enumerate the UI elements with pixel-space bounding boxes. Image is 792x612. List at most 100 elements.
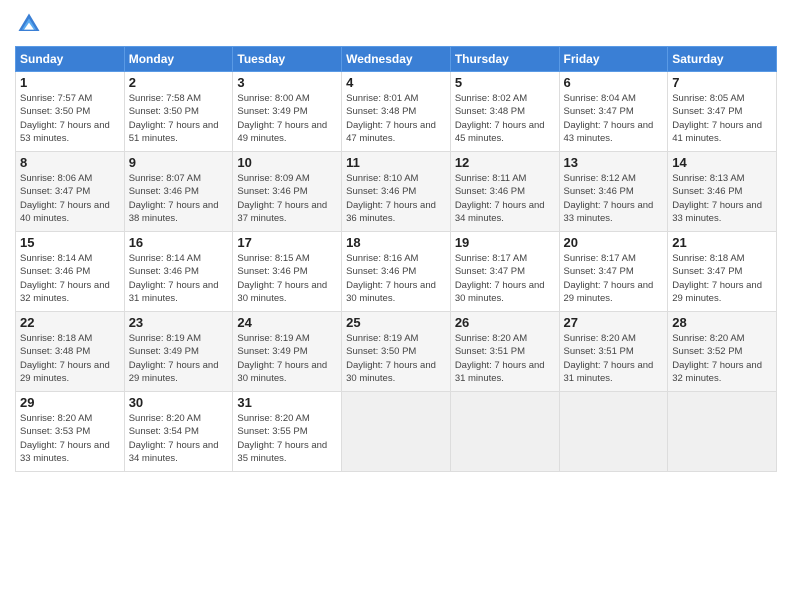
day-info: Sunrise: 8:20 AMSunset: 3:55 PMDaylight:…	[237, 413, 327, 464]
day-info: Sunrise: 8:01 AMSunset: 3:48 PMDaylight:…	[346, 93, 436, 144]
day-number: 16	[129, 235, 229, 250]
calendar-cell: 27 Sunrise: 8:20 AMSunset: 3:51 PMDayligh…	[559, 312, 668, 392]
calendar-cell: 1 Sunrise: 7:57 AMSunset: 3:50 PMDaylight…	[16, 72, 125, 152]
day-info: Sunrise: 8:19 AMSunset: 3:50 PMDaylight:…	[346, 333, 436, 384]
day-number: 14	[672, 155, 772, 170]
day-info: Sunrise: 8:16 AMSunset: 3:46 PMDaylight:…	[346, 253, 436, 304]
day-info: Sunrise: 8:15 AMSunset: 3:46 PMDaylight:…	[237, 253, 327, 304]
day-info: Sunrise: 8:18 AMSunset: 3:47 PMDaylight:…	[672, 253, 762, 304]
day-number: 31	[237, 395, 337, 410]
day-info: Sunrise: 8:18 AMSunset: 3:48 PMDaylight:…	[20, 333, 110, 384]
calendar-cell: 9 Sunrise: 8:07 AMSunset: 3:46 PMDaylight…	[124, 152, 233, 232]
day-number: 4	[346, 75, 446, 90]
day-info: Sunrise: 7:58 AMSunset: 3:50 PMDaylight:…	[129, 93, 219, 144]
day-number: 17	[237, 235, 337, 250]
day-info: Sunrise: 8:11 AMSunset: 3:46 PMDaylight:…	[455, 173, 545, 224]
week-row-2: 8Sunrise: 8:06 AMSunset: 3:47 PMDaylight…	[16, 152, 777, 232]
day-info: Sunrise: 8:17 AMSunset: 3:47 PMDaylight:…	[564, 253, 654, 304]
calendar-cell: 5 Sunrise: 8:02 AMSunset: 3:48 PMDaylight…	[450, 72, 559, 152]
calendar-cell: 19 Sunrise: 8:17 AMSunset: 3:47 PMDayligh…	[450, 232, 559, 312]
day-info: Sunrise: 8:19 AMSunset: 3:49 PMDaylight:…	[237, 333, 327, 384]
calendar-cell: 4 Sunrise: 8:01 AMSunset: 3:48 PMDaylight…	[342, 72, 451, 152]
calendar-container: SundayMondayTuesdayWednesdayThursdayFrid…	[0, 0, 792, 612]
day-number: 12	[455, 155, 555, 170]
day-number: 20	[564, 235, 664, 250]
calendar-cell: 22 Sunrise: 8:18 AMSunset: 3:48 PMDayligh…	[16, 312, 125, 392]
day-info: Sunrise: 8:14 AMSunset: 3:46 PMDaylight:…	[20, 253, 110, 304]
calendar-cell	[342, 392, 451, 472]
header-day-tuesday: Tuesday	[233, 47, 342, 72]
day-number: 6	[564, 75, 664, 90]
day-number: 11	[346, 155, 446, 170]
calendar-cell: 28 Sunrise: 8:20 AMSunset: 3:52 PMDayligh…	[668, 312, 777, 392]
day-info: Sunrise: 8:20 AMSunset: 3:52 PMDaylight:…	[672, 333, 762, 384]
day-number: 8	[20, 155, 120, 170]
calendar-cell: 23 Sunrise: 8:19 AMSunset: 3:49 PMDayligh…	[124, 312, 233, 392]
calendar-cell: 13 Sunrise: 8:12 AMSunset: 3:46 PMDayligh…	[559, 152, 668, 232]
day-info: Sunrise: 8:02 AMSunset: 3:48 PMDaylight:…	[455, 93, 545, 144]
calendar-cell: 16 Sunrise: 8:14 AMSunset: 3:46 PMDayligh…	[124, 232, 233, 312]
day-info: Sunrise: 8:20 AMSunset: 3:54 PMDaylight:…	[129, 413, 219, 464]
day-number: 21	[672, 235, 772, 250]
calendar-cell: 6 Sunrise: 8:04 AMSunset: 3:47 PMDaylight…	[559, 72, 668, 152]
calendar-cell: 7 Sunrise: 8:05 AMSunset: 3:47 PMDaylight…	[668, 72, 777, 152]
day-number: 5	[455, 75, 555, 90]
calendar-cell: 25 Sunrise: 8:19 AMSunset: 3:50 PMDayligh…	[342, 312, 451, 392]
day-info: Sunrise: 8:04 AMSunset: 3:47 PMDaylight:…	[564, 93, 654, 144]
calendar-cell: 11 Sunrise: 8:10 AMSunset: 3:46 PMDayligh…	[342, 152, 451, 232]
calendar-cell: 8Sunrise: 8:06 AMSunset: 3:47 PMDaylight…	[16, 152, 125, 232]
day-info: Sunrise: 8:14 AMSunset: 3:46 PMDaylight:…	[129, 253, 219, 304]
day-number: 2	[129, 75, 229, 90]
day-number: 22	[20, 315, 120, 330]
day-number: 29	[20, 395, 120, 410]
day-number: 13	[564, 155, 664, 170]
day-info: Sunrise: 8:19 AMSunset: 3:49 PMDaylight:…	[129, 333, 219, 384]
day-number: 19	[455, 235, 555, 250]
calendar-cell: 21 Sunrise: 8:18 AMSunset: 3:47 PMDayligh…	[668, 232, 777, 312]
header-day-thursday: Thursday	[450, 47, 559, 72]
day-info: Sunrise: 8:20 AMSunset: 3:53 PMDaylight:…	[20, 413, 110, 464]
calendar-cell: 18Sunrise: 8:16 AMSunset: 3:46 PMDayligh…	[342, 232, 451, 312]
day-number: 7	[672, 75, 772, 90]
day-info: Sunrise: 8:20 AMSunset: 3:51 PMDaylight:…	[564, 333, 654, 384]
calendar-table: SundayMondayTuesdayWednesdayThursdayFrid…	[15, 46, 777, 472]
day-number: 9	[129, 155, 229, 170]
day-info: Sunrise: 8:09 AMSunset: 3:46 PMDaylight:…	[237, 173, 327, 224]
calendar-cell	[668, 392, 777, 472]
calendar-cell: 10Sunrise: 8:09 AMSunset: 3:46 PMDayligh…	[233, 152, 342, 232]
header-row: SundayMondayTuesdayWednesdayThursdayFrid…	[16, 47, 777, 72]
calendar-cell: 17 Sunrise: 8:15 AMSunset: 3:46 PMDayligh…	[233, 232, 342, 312]
header-day-sunday: Sunday	[16, 47, 125, 72]
calendar-cell: 12 Sunrise: 8:11 AMSunset: 3:46 PMDayligh…	[450, 152, 559, 232]
day-info: Sunrise: 8:05 AMSunset: 3:47 PMDaylight:…	[672, 93, 762, 144]
header	[15, 10, 777, 38]
day-info: Sunrise: 8:13 AMSunset: 3:46 PMDaylight:…	[672, 173, 762, 224]
header-day-monday: Monday	[124, 47, 233, 72]
day-info: Sunrise: 8:07 AMSunset: 3:46 PMDaylight:…	[129, 173, 219, 224]
header-day-friday: Friday	[559, 47, 668, 72]
day-number: 28	[672, 315, 772, 330]
day-info: Sunrise: 7:57 AMSunset: 3:50 PMDaylight:…	[20, 93, 110, 144]
header-day-wednesday: Wednesday	[342, 47, 451, 72]
day-number: 1	[20, 75, 120, 90]
day-info: Sunrise: 8:00 AMSunset: 3:49 PMDaylight:…	[237, 93, 327, 144]
logo	[15, 10, 47, 38]
day-number: 15	[20, 235, 120, 250]
day-info: Sunrise: 8:12 AMSunset: 3:46 PMDaylight:…	[564, 173, 654, 224]
day-number: 23	[129, 315, 229, 330]
day-number: 25	[346, 315, 446, 330]
day-number: 26	[455, 315, 555, 330]
day-info: Sunrise: 8:10 AMSunset: 3:46 PMDaylight:…	[346, 173, 436, 224]
week-row-3: 15 Sunrise: 8:14 AMSunset: 3:46 PMDayligh…	[16, 232, 777, 312]
calendar-cell: 26Sunrise: 8:20 AMSunset: 3:51 PMDayligh…	[450, 312, 559, 392]
calendar-cell: 31 Sunrise: 8:20 AMSunset: 3:55 PMDayligh…	[233, 392, 342, 472]
calendar-cell: 29 Sunrise: 8:20 AMSunset: 3:53 PMDayligh…	[16, 392, 125, 472]
header-day-saturday: Saturday	[668, 47, 777, 72]
logo-icon	[15, 10, 43, 38]
calendar-cell: 3Sunrise: 8:00 AMSunset: 3:49 PMDaylight…	[233, 72, 342, 152]
week-row-4: 22 Sunrise: 8:18 AMSunset: 3:48 PMDayligh…	[16, 312, 777, 392]
day-info: Sunrise: 8:17 AMSunset: 3:47 PMDaylight:…	[455, 253, 545, 304]
week-row-5: 29 Sunrise: 8:20 AMSunset: 3:53 PMDayligh…	[16, 392, 777, 472]
day-number: 27	[564, 315, 664, 330]
calendar-cell: 20 Sunrise: 8:17 AMSunset: 3:47 PMDayligh…	[559, 232, 668, 312]
